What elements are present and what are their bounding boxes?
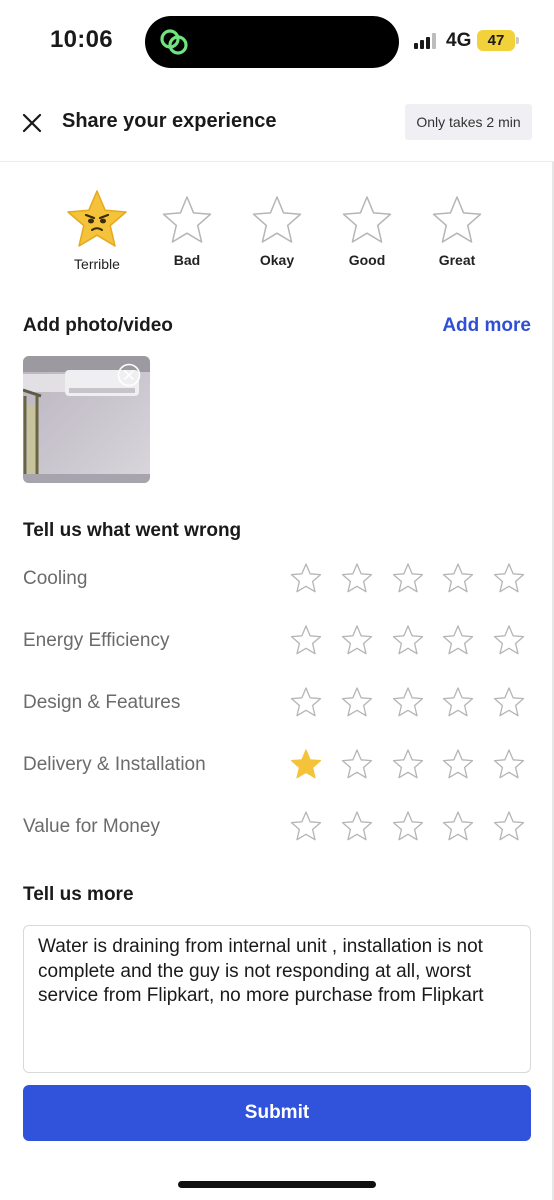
star-outline-icon[interactable]	[290, 686, 322, 718]
aspect-row: Design & Features	[0, 684, 554, 724]
status-bar: 10:06 4G 47	[0, 0, 554, 84]
comment-textarea[interactable]: Water is draining from internal unit , i…	[23, 925, 531, 1073]
cellular-signal-icon	[414, 33, 440, 49]
add-more-link[interactable]: Add more	[442, 315, 531, 337]
star-outline-icon[interactable]	[341, 810, 373, 842]
star-outline-icon[interactable]	[341, 562, 373, 594]
angry-star-icon	[67, 190, 127, 247]
star-outline-icon[interactable]	[442, 686, 474, 718]
page-title: Share your experience	[62, 110, 277, 132]
submit-button[interactable]: Submit	[23, 1085, 531, 1141]
aspect-label: Cooling	[23, 568, 88, 589]
battery-level: 47	[487, 32, 505, 49]
aspects-section-title: Tell us what went wrong	[23, 520, 242, 541]
star-outline-icon[interactable]	[392, 748, 424, 780]
aspect-row: Value for Money	[0, 808, 554, 848]
remove-photo-icon[interactable]	[117, 363, 141, 387]
aspect-label: Energy Efficiency	[23, 630, 170, 651]
star-filled-icon[interactable]	[290, 748, 322, 780]
star-outline-icon[interactable]	[290, 562, 322, 594]
star-outline-icon[interactable]	[493, 810, 525, 842]
star-outline-icon[interactable]	[392, 562, 424, 594]
rating-label-great: Great	[438, 252, 476, 268]
star-outline-icon[interactable]	[290, 624, 322, 656]
rating-option-bad[interactable]: Bad	[147, 194, 227, 268]
duration-badge: Only takes 2 min	[405, 104, 532, 140]
star-outline-icon[interactable]	[392, 810, 424, 842]
rating-option-great[interactable]: Great	[417, 194, 497, 268]
uploaded-photo-thumbnail[interactable]	[23, 356, 150, 483]
rating-label-terrible: Terrible	[74, 256, 120, 272]
star-outline-icon[interactable]	[442, 562, 474, 594]
star-outline-icon[interactable]	[442, 748, 474, 780]
star-outline-icon	[342, 196, 392, 243]
review-screen: 10:06 4G 47 Share your experience Only t…	[0, 0, 554, 1200]
aspect-label: Value for Money	[23, 816, 160, 837]
rating-label-bad: Bad	[173, 252, 201, 268]
home-indicator	[178, 1181, 376, 1188]
star-outline-icon	[162, 196, 212, 243]
network-type: 4G	[446, 30, 472, 51]
page-header: Share your experience Only takes 2 min	[0, 84, 554, 162]
star-outline-icon[interactable]	[392, 686, 424, 718]
star-outline-icon[interactable]	[341, 624, 373, 656]
star-outline-icon[interactable]	[442, 810, 474, 842]
status-time: 10:06	[50, 26, 113, 53]
close-icon[interactable]	[20, 111, 44, 135]
rating-option-good[interactable]: Good	[327, 194, 407, 268]
battery-icon: 47	[477, 30, 515, 51]
rating-label-good: Good	[348, 252, 386, 268]
aspect-label: Delivery & Installation	[23, 754, 206, 775]
star-outline-icon[interactable]	[493, 562, 525, 594]
star-outline-icon	[432, 196, 482, 243]
battery-cap	[516, 37, 519, 44]
star-outline-icon[interactable]	[290, 810, 322, 842]
comment-section-title: Tell us more	[23, 884, 134, 905]
rating-option-okay[interactable]: Okay	[237, 194, 317, 268]
star-outline-icon[interactable]	[392, 624, 424, 656]
media-section-title: Add photo/video	[23, 315, 173, 336]
aspect-label: Design & Features	[23, 692, 181, 713]
star-outline-icon[interactable]	[442, 624, 474, 656]
link-activity-icon	[160, 29, 188, 55]
dynamic-island	[145, 16, 399, 68]
star-outline-icon[interactable]	[341, 748, 373, 780]
star-outline-icon	[252, 196, 302, 243]
rating-label-okay: Okay	[259, 252, 295, 268]
overall-rating: Terrible Bad Okay Good Great	[0, 188, 554, 278]
star-outline-icon[interactable]	[493, 624, 525, 656]
star-outline-icon[interactable]	[493, 686, 525, 718]
aspect-row: Energy Efficiency	[0, 622, 554, 662]
aspect-row: Cooling	[0, 560, 554, 600]
star-outline-icon[interactable]	[493, 748, 525, 780]
star-outline-icon[interactable]	[341, 686, 373, 718]
rating-option-terrible[interactable]: Terrible	[57, 188, 137, 272]
aspect-row: Delivery & Installation	[0, 746, 554, 786]
